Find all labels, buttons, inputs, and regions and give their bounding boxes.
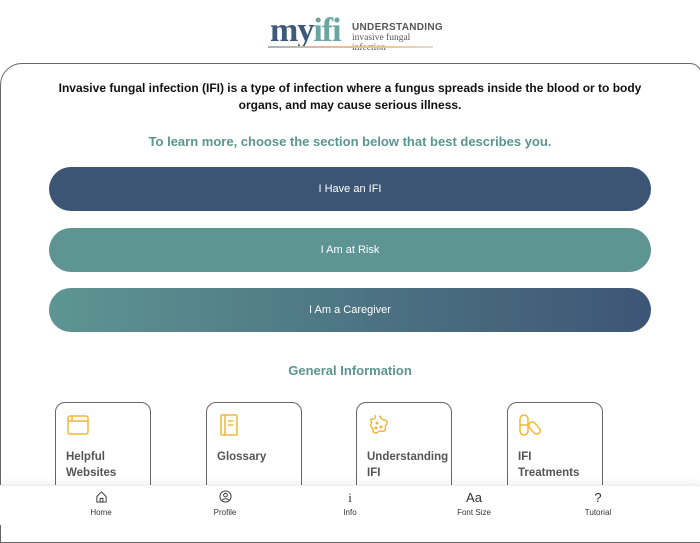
font-size-icon: Aa [466, 490, 482, 505]
general-info-heading: General Information [288, 363, 412, 378]
book-icon [220, 414, 238, 436]
intro-text: Invasive fungal infection (IFI) is a typ… [58, 81, 642, 112]
logo-title: UNDERSTANDING [352, 22, 443, 33]
choose-section-heading: To learn more, choose the section below … [148, 134, 552, 149]
nav-info[interactable]: i Info [320, 490, 380, 517]
fungus-icon [369, 414, 388, 434]
logo-subtitle: invasive fungal infection [352, 33, 411, 53]
nav-home[interactable]: Home [71, 490, 131, 517]
i-am-at-risk-button[interactable]: I Am at Risk [49, 228, 651, 272]
bottom-nav: Home Profile i Info Aa Font Size ? Tutor… [0, 485, 700, 525]
i-am-caregiver-button[interactable]: I Am a Caregiver [49, 288, 651, 332]
pills-icon [519, 414, 541, 436]
nav-profile[interactable]: Profile [195, 490, 255, 517]
nav-font-size[interactable]: Aa Font Size [444, 490, 504, 517]
browser-window-icon [67, 415, 89, 435]
info-icon: i [348, 490, 352, 505]
question-icon: ? [594, 490, 602, 505]
i-have-ifi-button[interactable]: I Have an IFI [49, 167, 651, 211]
home-icon [71, 490, 131, 505]
profile-icon [195, 490, 255, 505]
myifi-logo: myifi UNDERSTANDING invasive fungal infe… [268, 12, 443, 53]
nav-tutorial[interactable]: ? Tutorial [568, 490, 628, 517]
